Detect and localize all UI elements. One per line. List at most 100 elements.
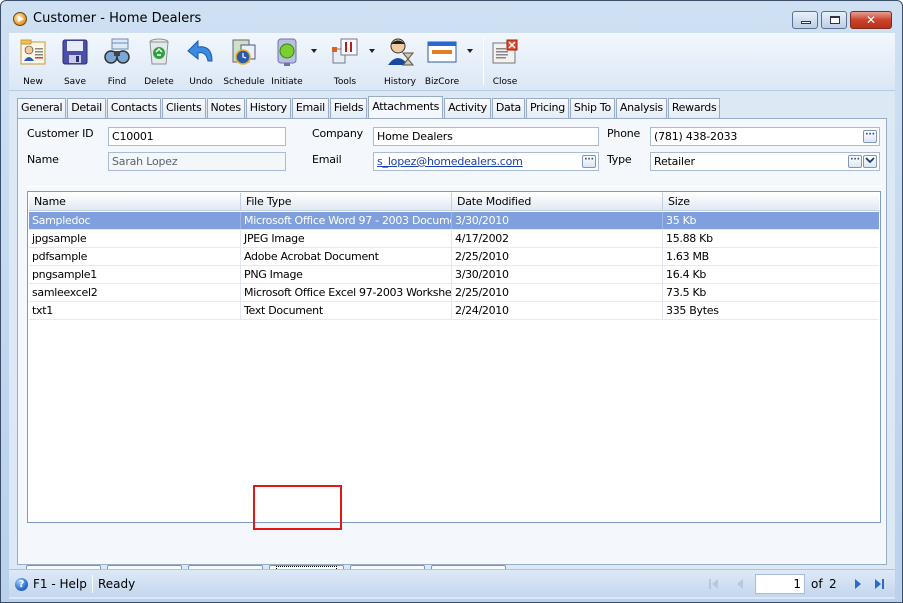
column-header-name[interactable]: Name [29,193,241,211]
tools-icon [332,38,358,64]
tab-ship-to[interactable]: Ship To [569,98,615,118]
attachment-row[interactable]: txt1 Text Document 2/24/2010 335 Bytes [29,302,879,320]
find-label: Find [107,77,127,87]
close-document-icon [492,39,518,64]
initiate-dropdown-arrow[interactable] [311,49,317,53]
company-label: Company [312,127,363,140]
company-field[interactable]: Home Dealers [373,127,599,146]
previous-page-icon [737,579,743,589]
tab-analysis[interactable]: Analysis [615,98,667,118]
attachment-row[interactable]: Sampledoc Microsoft Office Word 97 - 2003… [29,212,879,230]
cell-file-type: PNG Image [241,266,452,283]
history-person-hourglass-icon [388,38,415,66]
email-link[interactable]: s_lopez@homedealers.com [377,155,523,168]
tab-email[interactable]: Email [291,98,329,118]
tab-history[interactable]: History [245,98,291,118]
help-text[interactable]: F1 - Help [33,577,87,591]
delete-toolbar-button[interactable]: Delete [141,35,177,89]
customer-id-field[interactable]: C10001 [108,127,286,146]
app-icon [13,12,27,26]
maximize-button[interactable] [821,11,847,29]
type-label: Type [607,153,632,166]
next-page-icon [855,579,861,589]
tools-dropdown-arrow[interactable] [369,49,375,53]
bizcore-button[interactable]: BizCore [421,35,463,89]
help-icon[interactable]: ? [15,578,28,591]
new-button[interactable]: New [13,35,53,89]
page-number-input[interactable]: 1 [755,574,805,594]
status-text: Ready [98,577,136,591]
page-total: 2 [829,577,837,591]
tab-general[interactable]: General [17,98,67,118]
new-customer-icon [20,39,46,65]
initiate-label: Initiate [271,77,303,87]
attachment-row[interactable]: jpgsample JPEG Image 4/17/2002 15.88 Kb [29,230,879,248]
title-bar[interactable]: Customer - Home Dealers ✕ [1,1,902,33]
cell-size: 15.88 Kb [663,230,879,247]
type-value: Retailer [654,155,695,168]
email-field[interactable]: s_lopez@homedealers.com ··· [373,152,599,171]
find-button[interactable]: Find [99,35,135,89]
type-dropdown-button[interactable] [863,155,877,168]
tab-rewards[interactable]: Rewards [667,98,721,118]
tab-notes[interactable]: Notes [206,98,245,118]
tab-pricing[interactable]: Pricing [525,98,569,118]
phone-field[interactable]: (781) 438-2033 ··· [650,127,880,146]
attachments-panel: Customer ID C10001 Name Sarah Lopez Comp… [17,118,887,587]
type-lookup-button[interactable]: ··· [848,155,862,168]
bizcore-label: BizCore [424,77,460,87]
column-header-size[interactable]: Size [663,193,879,211]
first-page-icon [712,579,718,589]
customer-window: Customer - Home Dealers ✕ New Save Find … [0,0,903,603]
tab-data[interactable]: Data [491,98,525,118]
save-button[interactable]: Save [55,35,95,89]
bizcore-dropdown-arrow[interactable] [467,49,473,53]
undo-button[interactable]: Undo [183,35,219,89]
history-button[interactable]: History [381,35,419,89]
cell-name: jpgsample [29,230,241,247]
undo-label: Undo [189,77,213,87]
minimize-button[interactable] [792,11,818,29]
column-header-date-modified[interactable]: Date Modified [452,193,663,211]
traffic-light-icon [277,38,297,66]
save-as-highlight-annotation [253,485,342,530]
next-page-button[interactable] [853,578,865,590]
first-page-button[interactable] [709,578,721,590]
tab-attachments[interactable]: Attachments [368,96,444,118]
schedule-button[interactable]: Schedule [223,35,265,89]
last-page-button[interactable] [875,578,887,590]
cell-size: 35 Kb [663,212,879,229]
cell-date-modified: 2/24/2010 [452,302,663,319]
close-button[interactable]: Close [487,35,523,89]
attachment-row[interactable]: pdfsample Adobe Acrobat Document 2/25/2010… [29,248,879,266]
email-lookup-button[interactable]: ··· [582,155,596,168]
tab-contacts[interactable]: Contacts [106,98,162,118]
tools-button[interactable]: Tools [325,35,365,89]
close-icon: ✕ [865,13,877,27]
type-select[interactable]: Retailer ··· [650,152,880,171]
tab-detail[interactable]: Detail [67,98,106,118]
chevron-down-icon [865,157,875,164]
close-window-button[interactable]: ✕ [850,11,892,29]
cell-date-modified: 4/17/2002 [452,230,663,247]
initiate-button[interactable]: Initiate [267,35,307,89]
form-divider [26,186,882,187]
previous-page-button[interactable] [735,578,747,590]
tab-strip: General Detail Contacts Clients Notes Hi… [17,96,721,118]
column-header-file-type[interactable]: File Type [241,193,452,211]
name-field[interactable]: Sarah Lopez [108,152,286,171]
tab-activity[interactable]: Activity [444,98,491,118]
new-label: New [23,77,43,87]
phone-lookup-button[interactable]: ··· [863,130,877,143]
cell-date-modified: 2/25/2010 [452,248,663,265]
tab-fields[interactable]: Fields [329,98,368,118]
attachments-grid: Name File Type Date Modified Size Sample… [27,191,881,523]
cell-date-modified: 3/30/2010 [452,212,663,229]
customer-id-label: Customer ID [27,127,94,140]
attachment-row[interactable]: pngsample1 PNG Image 3/30/2010 16.4 Kb [29,266,879,284]
bizcore-window-icon [427,41,457,63]
save-label: Save [63,77,87,87]
attachment-row[interactable]: samleexcel2 Microsoft Office Excel 97-200… [29,284,879,302]
tab-clients[interactable]: Clients [162,98,206,118]
toolbar-separator [483,37,484,85]
